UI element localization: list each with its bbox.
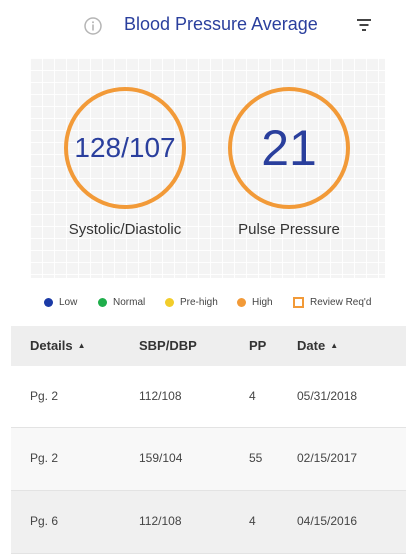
legend-label: Review Req'd xyxy=(310,297,372,308)
header-bar: Blood Pressure Average xyxy=(0,0,415,52)
column-header-pp: PP xyxy=(249,338,266,353)
sort-ascending-icon: ▲ xyxy=(77,341,86,350)
readings-table: Details ▲ SBP/DBP PP Date ▲ Pg. 2 112/10… xyxy=(11,326,406,554)
cell-pp: 4 xyxy=(249,389,256,403)
cell-sbp-dbp: 112/108 xyxy=(139,389,182,403)
table-row[interactable]: Pg. 2 159/104 55 02/15/2017 xyxy=(11,428,406,491)
column-header-label: PP xyxy=(249,338,267,353)
cell-pp: 55 xyxy=(249,451,263,465)
pulse-pressure-label: Pulse Pressure xyxy=(238,221,340,238)
column-header-details[interactable]: Details ▲ xyxy=(30,338,86,353)
legend-label: High xyxy=(252,297,273,308)
legend-marker xyxy=(237,298,246,307)
filter-icon[interactable] xyxy=(356,18,372,32)
column-header-sbp-dbp: SBP/DBP xyxy=(139,338,197,353)
column-header-label: SBP/DBP xyxy=(139,338,197,353)
page-title: Blood Pressure Average xyxy=(124,14,318,34)
pulse-pressure-ring: 21 xyxy=(228,87,350,209)
table-row[interactable]: Pg. 2 112/108 4 05/31/2018 xyxy=(11,366,406,428)
legend-marker xyxy=(293,297,304,308)
column-header-label: Details xyxy=(30,338,73,353)
legend: Low Normal Pre-high High Review Req'd xyxy=(44,297,384,315)
legend-label: Pre-high xyxy=(180,297,218,308)
cell-details: Pg. 2 xyxy=(30,451,59,465)
legend-item-high: High xyxy=(237,297,273,308)
cell-details: Pg. 2 xyxy=(30,389,59,403)
bp-average-label: Systolic/Diastolic xyxy=(68,221,182,238)
legend-item-low: Low xyxy=(44,297,77,308)
legend-marker xyxy=(98,298,107,307)
table-row[interactable]: Pg. 6 112/108 4 04/15/2016 xyxy=(11,491,406,554)
sort-ascending-icon: ▲ xyxy=(330,341,339,350)
summary-panel: 128/107 Systolic/Diastolic 21 Pulse Pres… xyxy=(30,58,385,278)
legend-label: Normal xyxy=(113,297,146,308)
legend-item-review: Review Req'd xyxy=(293,297,371,308)
legend-item-pre-high: Pre-high xyxy=(165,297,218,308)
legend-marker xyxy=(44,298,53,307)
cell-sbp-dbp: 159/104 xyxy=(139,451,183,465)
column-header-label: Date xyxy=(297,338,326,353)
legend-label: Low xyxy=(59,297,78,308)
cell-details: Pg. 6 xyxy=(30,514,59,528)
info-icon[interactable] xyxy=(84,17,102,35)
cell-date: 04/15/2016 xyxy=(297,514,358,528)
bp-average-value: 128/107 xyxy=(74,132,176,163)
bp-average-ring: 128/107 xyxy=(64,87,186,209)
legend-item-normal: Normal xyxy=(98,297,145,308)
cell-sbp-dbp: 112/108 xyxy=(139,514,182,528)
legend-marker xyxy=(165,298,174,307)
table-header: Details ▲ SBP/DBP PP Date ▲ xyxy=(11,326,406,366)
cell-date: 02/15/2017 xyxy=(297,451,358,465)
column-header-date[interactable]: Date ▲ xyxy=(297,338,338,353)
cell-pp: 4 xyxy=(249,514,256,528)
cell-date: 05/31/2018 xyxy=(297,389,358,403)
pulse-pressure-value: 21 xyxy=(261,120,317,176)
